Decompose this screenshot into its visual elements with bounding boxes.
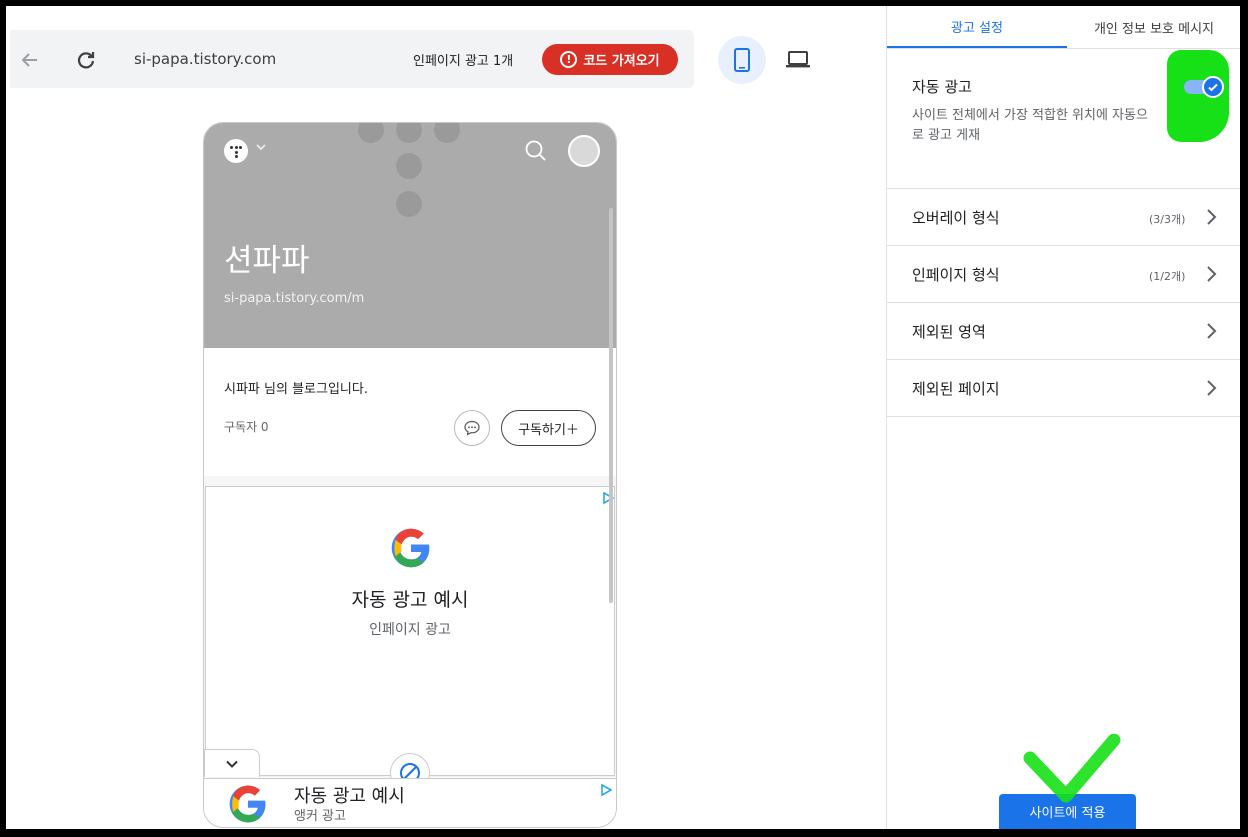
row-inpage-format[interactable]: 인페이지 형식 (1/2개) xyxy=(887,245,1240,302)
google-logo-icon xyxy=(229,785,266,823)
header-dot xyxy=(358,123,384,143)
google-logo-icon xyxy=(391,528,430,568)
chevron-right-icon xyxy=(1207,266,1217,282)
mobile-preview: 션파파 si-papa.tistory.com/m 시파파 님의 블로그입니다.… xyxy=(203,122,617,828)
reload-icon[interactable] xyxy=(72,46,100,74)
get-code-label: 코드 가져오기 xyxy=(583,54,660,69)
inpage-ad-count: 인페이지 광고 1개 xyxy=(413,54,514,69)
inpage-ad-subtitle: 인페이지 광고 xyxy=(369,622,451,638)
tabs-divider xyxy=(887,48,1240,49)
chevron-right-icon xyxy=(1207,380,1217,396)
row-label: 제외된 페이지 xyxy=(912,380,1000,398)
row-count: (1/2개) xyxy=(1149,270,1186,283)
adchoices-icon[interactable] xyxy=(600,784,612,796)
row-label: 인페이지 형식 xyxy=(912,266,1000,284)
search-icon[interactable] xyxy=(524,139,548,163)
blog-description: 시파파 님의 블로그입니다. xyxy=(224,382,368,397)
row-count: (3/3개) xyxy=(1149,213,1186,226)
preview-url: si-papa.tistory.com xyxy=(134,50,277,68)
inpage-ad-example: 자동 광고 예시 인페이지 광고 xyxy=(205,486,615,776)
inpage-ad-title: 자동 광고 예시 xyxy=(351,589,469,611)
chevron-right-icon xyxy=(1207,323,1217,339)
warning-icon: ! xyxy=(560,51,578,68)
auto-ads-toggle[interactable] xyxy=(1184,76,1224,98)
annotation-checkmark-icon xyxy=(1023,734,1121,803)
subscriber-count: 구독자 0 xyxy=(224,420,269,434)
row-label: 오버레이 형식 xyxy=(912,209,1000,227)
get-code-button[interactable]: ! 코드 가져오기 xyxy=(542,44,678,75)
chat-button[interactable] xyxy=(454,410,490,446)
tistory-logo-icon[interactable] xyxy=(224,139,248,163)
anchor-collapse-button[interactable] xyxy=(204,749,260,777)
header-dot xyxy=(396,123,422,143)
blog-header: 션파파 si-papa.tistory.com/m xyxy=(204,123,616,348)
back-arrow-icon[interactable] xyxy=(16,46,44,74)
blog-url: si-papa.tistory.com/m xyxy=(224,291,365,306)
tab-privacy-messages[interactable]: 개인 정보 보호 메시지 xyxy=(1067,6,1240,48)
desktop-preview-button[interactable] xyxy=(774,36,822,84)
tab-ad-settings[interactable]: 광고 설정 xyxy=(887,6,1067,48)
row-label: 제외된 영역 xyxy=(912,323,986,341)
auto-ads-title: 자동 광고 xyxy=(912,78,972,96)
header-dot xyxy=(396,153,422,179)
blog-title: 션파파 xyxy=(224,243,310,279)
row-excluded-pages[interactable]: 제외된 페이지 xyxy=(887,359,1240,417)
preview-toolbar: si-papa.tistory.com 인페이지 광고 1개 ! 코드 가져오기 xyxy=(10,30,694,88)
checkmark-icon xyxy=(1202,76,1224,98)
phone-icon xyxy=(734,48,750,72)
chevron-down-icon xyxy=(226,760,238,768)
chat-bubble-icon xyxy=(464,420,480,436)
row-excluded-areas[interactable]: 제외된 영역 xyxy=(887,302,1240,359)
ad-settings-panel: 광고 설정 개인 정보 보호 메시지 자동 광고 사이트 전체에서 가장 적합한… xyxy=(886,6,1240,829)
mobile-preview-button[interactable] xyxy=(718,36,766,84)
row-overlay-format[interactable]: 오버레이 형식 (3/3개) xyxy=(887,188,1240,245)
header-dot xyxy=(396,191,422,217)
auto-ads-description: 사이트 전체에서 가장 적합한 위치에 자동으로 광고 게재 xyxy=(912,108,1148,143)
chevron-down-icon[interactable] xyxy=(254,140,268,154)
anchor-ad-subtitle: 앵커 광고 xyxy=(294,809,346,824)
app-window: si-papa.tistory.com 인페이지 광고 1개 ! 코드 가져오기 xyxy=(6,6,1240,829)
subscribe-button[interactable]: 구독하기＋ xyxy=(501,410,596,446)
avatar[interactable] xyxy=(568,135,600,167)
laptop-icon xyxy=(786,51,810,68)
preview-scrollbar[interactable] xyxy=(609,208,613,603)
chevron-right-icon xyxy=(1207,209,1217,225)
annotation-highlight xyxy=(1167,50,1229,142)
header-dot xyxy=(434,123,460,143)
blog-profile: 시파파 님의 블로그입니다. 구독자 0 구독하기＋ xyxy=(204,348,616,476)
anchor-ad-example: 자동 광고 예시 앵커 광고 xyxy=(204,778,616,827)
